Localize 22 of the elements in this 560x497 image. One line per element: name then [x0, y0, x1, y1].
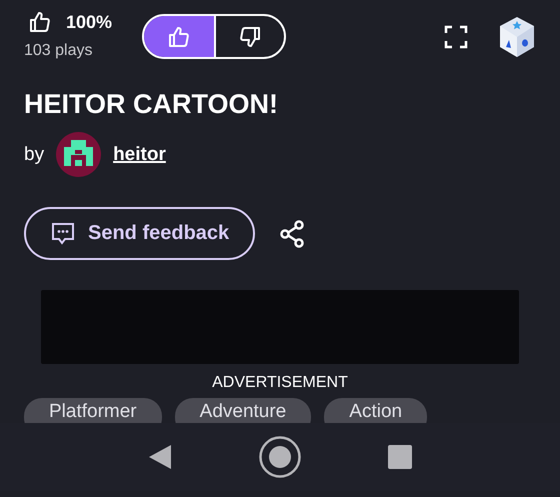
advertisement-label: ADVERTISEMENT — [212, 374, 348, 392]
rating-percent: 100% — [66, 12, 112, 32]
thumbs-up-icon — [167, 24, 191, 48]
play-count: 103 plays — [24, 42, 94, 60]
send-feedback-button[interactable]: Send feedback — [24, 207, 256, 260]
share-icon[interactable] — [279, 218, 306, 248]
like-button[interactable] — [144, 16, 214, 57]
recents-icon[interactable] — [388, 445, 412, 469]
fullscreen-icon[interactable] — [444, 25, 468, 49]
author-link[interactable]: heitor — [113, 144, 166, 166]
game-title: HEITOR CARTOON! — [24, 88, 280, 120]
home-icon[interactable] — [258, 436, 301, 478]
thumbs-down-icon — [238, 24, 262, 48]
tag-chip[interactable]: Platformer — [24, 398, 162, 423]
cube-logo-icon[interactable] — [498, 16, 536, 58]
back-icon[interactable] — [148, 444, 172, 470]
tag-chip[interactable]: Adventure — [174, 398, 312, 423]
by-label: by — [24, 144, 44, 166]
avatar-icon[interactable] — [56, 132, 102, 177]
thumbs-up-icon — [28, 10, 52, 34]
tag-chip[interactable]: Action — [324, 398, 428, 423]
chat-bubble-icon — [50, 220, 76, 246]
